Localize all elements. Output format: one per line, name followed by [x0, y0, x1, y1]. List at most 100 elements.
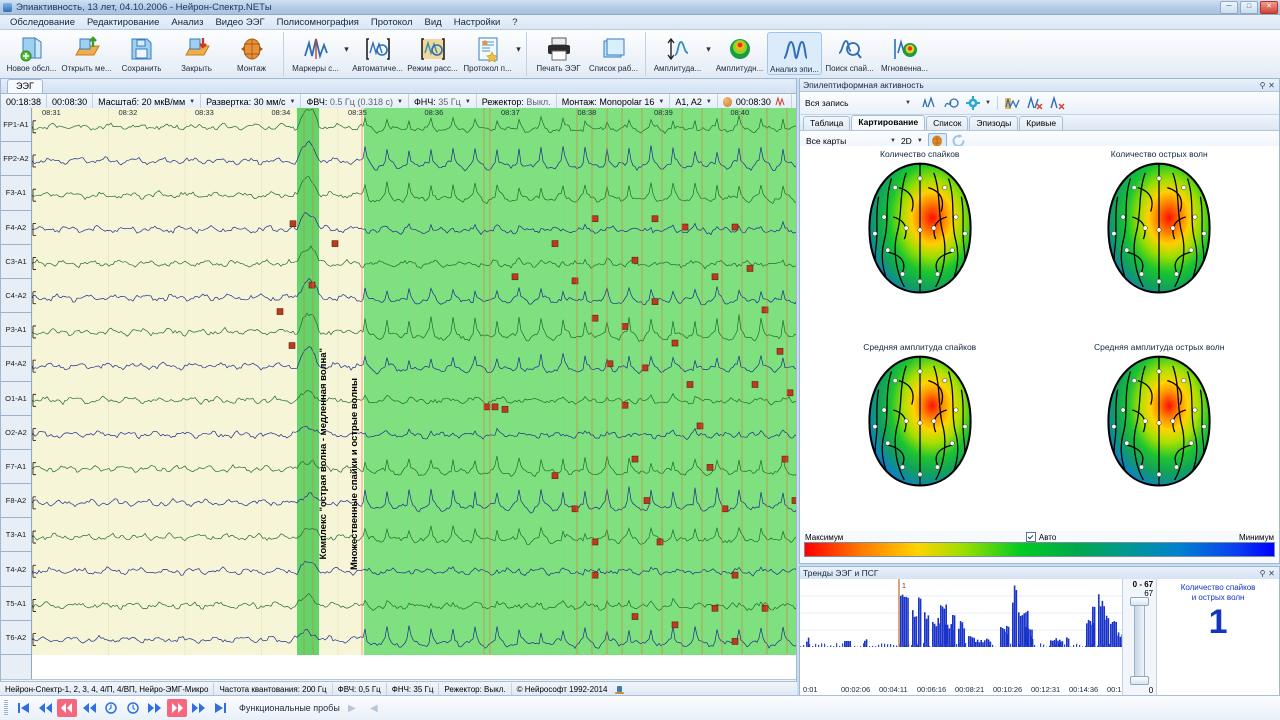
chevron-down-icon[interactable]: ▼ [290, 95, 296, 109]
spike-marker[interactable] [332, 241, 338, 247]
spike-marker[interactable] [632, 257, 638, 263]
spike-marker[interactable] [644, 498, 650, 504]
menu-item-3[interactable]: Видео ЭЭГ [209, 16, 270, 29]
ribbon-button-закрыть[interactable]: Закрыть [169, 32, 224, 73]
ribbon-button-открытьме[interactable]: Открыть ме... [59, 32, 114, 73]
channel-label-o2-a2[interactable]: O2-A2 [1, 416, 31, 450]
close-icon[interactable]: ✕ [1267, 81, 1276, 90]
scale-combo[interactable]: Масштаб: 20 мкВ/мм ▼ [93, 94, 201, 109]
ribbon-button-амплитуда[interactable]: Амплитуда... [650, 32, 705, 73]
play-reverse-button[interactable] [101, 699, 121, 717]
chevron-down-icon[interactable]: ▼ [465, 95, 471, 109]
menu-item-1[interactable]: Редактирование [81, 16, 165, 29]
spike-marker[interactable] [652, 216, 658, 222]
menu-item-2[interactable]: Анализ [165, 16, 209, 29]
record-selector[interactable]: Вся запись [804, 97, 901, 109]
channel-label-c3-a1[interactable]: C3-A1 [1, 245, 31, 279]
channel-label-f7-a1[interactable]: F7-A1 [1, 450, 31, 484]
spike-marker[interactable] [512, 274, 518, 280]
chevron-down-icon[interactable]: ▼ [706, 95, 712, 109]
prev-test-button[interactable]: ◀ [364, 699, 384, 717]
pin-icon[interactable]: ⚲ [1258, 81, 1267, 90]
hpf-combo[interactable]: ФВЧ: 0.5 Гц (0.318 с) ▼ [301, 94, 408, 109]
tab-0[interactable]: Таблица [803, 116, 850, 130]
spike-marker[interactable] [592, 539, 598, 545]
channel-label-f4-a2[interactable]: F4-A2 [1, 211, 31, 245]
spike-marker[interactable] [652, 299, 658, 305]
fast-rewind-button[interactable] [35, 699, 55, 717]
channel-label-o1-a1[interactable]: O1-A1 [1, 382, 31, 416]
spike-marker[interactable] [672, 340, 678, 346]
spike-marker[interactable] [712, 605, 718, 611]
spike-marker[interactable] [309, 282, 315, 288]
spike-marker[interactable] [787, 390, 793, 396]
auto-scale-checkbox[interactable]: Авто [1026, 532, 1056, 542]
channel-label-t3-a1[interactable]: T3-A1 [1, 518, 31, 552]
sharp-wave-search-icon[interactable] [943, 95, 961, 111]
fast-forward-button[interactable] [189, 699, 209, 717]
brain-map-cell-2[interactable]: Средняя амплитуда спайков [800, 339, 1040, 532]
ribbon-button-мгновенна[interactable]: Мгновенна... [877, 32, 932, 73]
spike-marker[interactable] [502, 406, 508, 412]
ribbon-button-протоколп[interactable]: Протокол п... [460, 32, 515, 73]
chevron-down-icon[interactable]: ▼ [189, 95, 195, 109]
tab-1[interactable]: Картирование [851, 115, 925, 130]
tab-4[interactable]: Кривые [1019, 116, 1063, 130]
toolbar-grip[interactable] [4, 700, 8, 716]
spike-marker[interactable] [712, 274, 718, 280]
ribbon-button-режимрасс[interactable]: Режим расс... [405, 32, 460, 73]
spike-marker[interactable] [289, 343, 295, 349]
menu-item-0[interactable]: Обследование [4, 16, 81, 29]
spike-wave-icon[interactable] [921, 95, 939, 111]
dropdown-arrow-icon[interactable]: ▾ [705, 32, 712, 55]
spike-marker[interactable] [732, 572, 738, 578]
step-back-button[interactable] [79, 699, 99, 717]
spike-marker[interactable] [592, 315, 598, 321]
ribbon-button-монтаж[interactable]: Монтаж [224, 32, 279, 73]
eeg-traces-plot[interactable]: 08:3108:3208:3308:3408:3508:3608:3708:38… [32, 108, 796, 679]
trends-plot[interactable]: 1 0:0100:02:0600:04:1100:06:1600:08:2100… [800, 579, 1122, 695]
spike-marker[interactable] [632, 614, 638, 620]
gear-icon[interactable] [965, 95, 981, 111]
ribbon-button-амплитудн[interactable]: Амплитудн... [712, 32, 767, 73]
ribbon-button-печатьээг[interactable]: Печать ЭЭГ [531, 32, 586, 73]
spike-marker[interactable] [752, 382, 758, 388]
channel-label-p4-a2[interactable]: P4-A2 [1, 347, 31, 381]
slider-thumb-top[interactable] [1130, 597, 1149, 606]
spike-marker[interactable] [672, 622, 678, 628]
menu-item-4[interactable]: Полисомнография [271, 16, 365, 29]
spike-marker[interactable] [592, 572, 598, 578]
chevron-down-icon[interactable]: ▼ [985, 100, 991, 106]
channel-label-f8-a2[interactable]: F8-A2 [1, 484, 31, 518]
ribbon-button-списокраб[interactable]: Список раб... [586, 32, 641, 73]
maximize-button[interactable]: □ [1240, 1, 1258, 14]
step-forward-button[interactable] [145, 699, 165, 717]
brain-map-cell-1[interactable]: Количество острых волн [1040, 146, 1280, 339]
tab-2[interactable]: Список [926, 116, 968, 130]
brain-map-cell-3[interactable]: Средняя амплитуда острых волн [1040, 339, 1280, 532]
dimension-selector-value[interactable]: 2D [901, 136, 912, 146]
brain-map-cell-0[interactable]: Количество спайков [800, 146, 1040, 339]
chevron-down-icon[interactable]: ▼ [890, 138, 896, 144]
trends-scale-slider[interactable]: 0 - 67 67 0 [1122, 579, 1156, 695]
notch-combo[interactable]: Режектор: Выкл. [477, 94, 557, 109]
montage-combo[interactable]: Монтаж: Monopolar 16 ▼ [557, 94, 671, 109]
spike-marker[interactable] [632, 456, 638, 462]
channel-label-t6-a2[interactable]: T6-A2 [1, 621, 31, 655]
channel-label-c4-a2[interactable]: C4-A2 [1, 279, 31, 313]
ribbon-button-новоеобсл[interactable]: Новое обсл... [4, 32, 59, 73]
menu-item-7[interactable]: Настройки [448, 16, 507, 29]
menu-item-8[interactable]: ? [506, 16, 523, 29]
spike-marker[interactable] [592, 216, 598, 222]
spike-marker[interactable] [484, 404, 490, 410]
spike-marker[interactable] [277, 309, 283, 315]
next-test-button[interactable]: ▶ [342, 699, 362, 717]
ribbon-button-поискспай[interactable]: Поиск спай... [822, 32, 877, 73]
ribbon-button-маркерыс[interactable]: Маркеры с... [288, 32, 343, 73]
menu-item-5[interactable]: Протокол [365, 16, 419, 29]
spike-marker[interactable] [707, 464, 713, 470]
spike-marker[interactable] [622, 402, 628, 408]
channel-label-p3-a1[interactable]: P3-A1 [1, 313, 31, 347]
dropdown-arrow-icon[interactable]: ▾ [343, 32, 350, 55]
eeg-traces-svg[interactable] [32, 108, 796, 655]
